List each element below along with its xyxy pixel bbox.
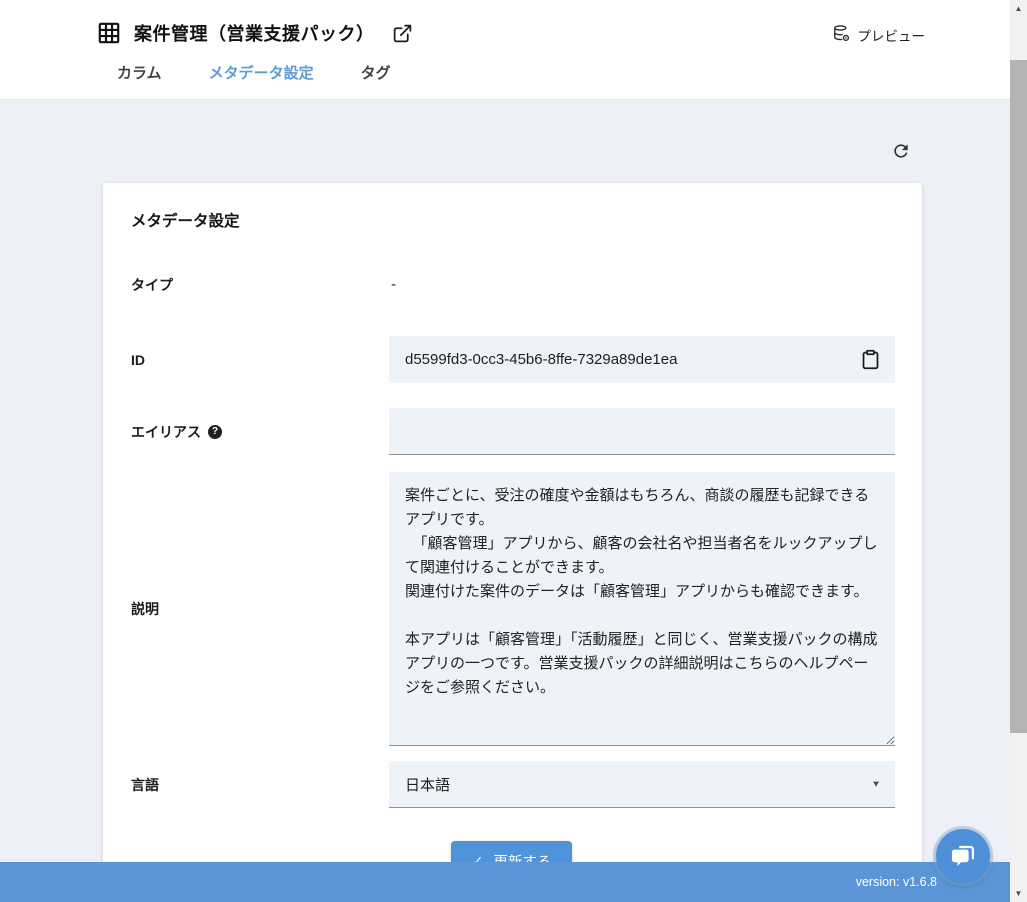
scroll-down-arrow[interactable]: ▼ [1010,885,1027,902]
tab-tags[interactable]: タグ [359,62,393,93]
language-label: 言語 [128,761,389,808]
field-row-alias: エイリアス ? [128,408,895,455]
type-label: タイプ [128,275,389,295]
app-window: 案件管理（営業支援パック） プレビュー [0,0,1010,902]
scrollbar-thumb[interactable] [1010,60,1027,733]
refresh-icon[interactable] [890,141,912,163]
chat-widget-button[interactable] [936,829,990,883]
preview-button[interactable]: プレビュー [832,24,926,46]
main-content: メタデータ設定 タイプ - ID d5599fd3-0cc3-45b6-8ffe… [0,101,1010,902]
page-title: 案件管理（営業支援パック） [134,20,375,46]
id-value: d5599fd3-0cc3-45b6-8ffe-7329a89de1ea [405,351,677,368]
tab-columns[interactable]: カラム [115,62,164,93]
table-grid-icon [96,20,122,46]
language-value: 日本語 [405,774,450,795]
external-link-icon[interactable] [392,23,413,44]
description-label: 説明 [128,472,389,746]
chevron-down-icon: ▼ [871,779,881,788]
alias-label: エイリアス [131,422,201,442]
field-row-id: ID d5599fd3-0cc3-45b6-8ffe-7329a89de1ea [128,336,895,383]
description-textarea[interactable]: 案件ごとに、受注の確度や金額はもちろん、商談の履歴も記録できるアプリです。 「顧… [389,472,895,746]
field-row-description: 説明 案件ごとに、受注の確度や金額はもちろん、商談の履歴も記録できるアプリです。… [128,472,895,746]
type-value: - [389,276,396,293]
alias-input[interactable] [405,408,881,454]
language-select[interactable]: 日本語 ▼ [389,761,895,808]
scroll-up-arrow[interactable]: ▲ [1010,0,1027,17]
metadata-settings-card: メタデータ設定 タイプ - ID d5599fd3-0cc3-45b6-8ffe… [103,183,922,902]
clipboard-icon[interactable] [859,349,881,371]
tab-metadata-settings[interactable]: メタデータ設定 [207,62,316,93]
field-row-type: タイプ - [128,265,895,305]
preview-label: プレビュー [858,25,926,45]
app-header: 案件管理（営業支援パック） プレビュー [0,0,1010,100]
alias-field-box [389,408,895,455]
help-icon[interactable]: ? [208,425,222,439]
tab-bar: カラム メタデータ設定 タグ [0,62,1010,93]
scrollbar[interactable]: ▲ ▼ [1010,0,1027,902]
title-row: 案件管理（営業支援パック） プレビュー [0,0,1010,46]
id-label: ID [128,336,389,383]
database-eye-icon [832,24,851,46]
id-field[interactable]: d5599fd3-0cc3-45b6-8ffe-7329a89de1ea [389,336,895,383]
field-row-language: 言語 日本語 ▼ [128,761,895,808]
card-title: メタデータ設定 [131,209,895,231]
version-text: version: v1.6.8 [856,875,937,889]
version-bar: version: v1.6.8 [0,862,1010,902]
chat-bubble-icon [948,840,978,873]
